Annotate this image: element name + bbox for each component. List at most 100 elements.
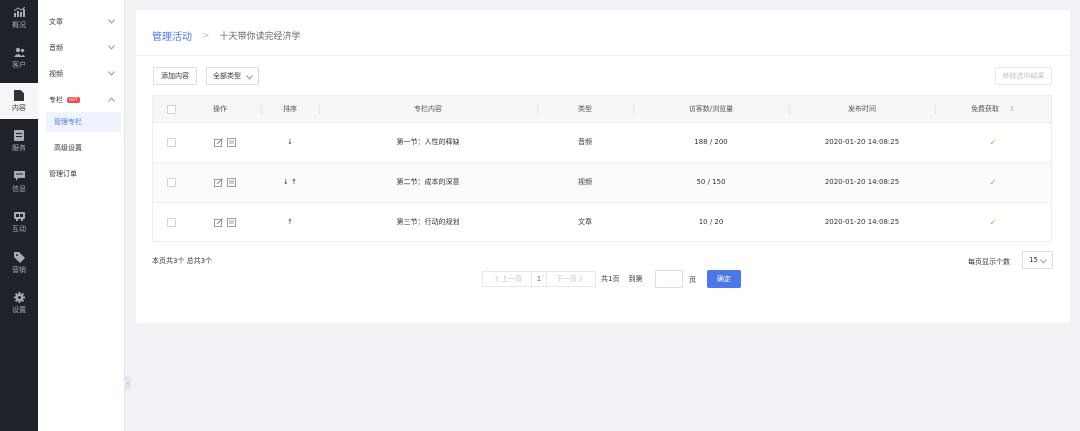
chevron-up-icon	[108, 96, 115, 104]
content-title: 第二节：成本的深意	[396, 178, 460, 186]
notes-icon[interactable]	[227, 177, 236, 187]
page-number[interactable]: 1	[531, 271, 547, 287]
add-content-button[interactable]: 添加内容	[153, 67, 197, 85]
row-checkbox[interactable]	[166, 217, 176, 227]
rail-label: 设置	[12, 305, 26, 314]
message-icon	[13, 171, 25, 182]
header-free-label: 免费获取	[971, 105, 1000, 113]
rail-item-service[interactable]: 服务	[0, 123, 38, 159]
subnav-item-manage-column[interactable]: 管理专栏	[46, 112, 121, 132]
per-page-label: 每页显示个数	[968, 258, 1010, 266]
per-page-select[interactable]: 15	[1022, 251, 1053, 269]
rail-label: 客户	[12, 60, 26, 69]
subnav-label: 专栏	[49, 96, 63, 104]
rail-item-marketing[interactable]: 营销	[0, 245, 38, 281]
notes-icon[interactable]	[227, 137, 236, 147]
prev-page-button[interactable]: 《 上一页	[482, 271, 532, 287]
header-stats: 访客数/浏览量	[688, 105, 734, 113]
rail-item-overview[interactable]: 概况	[0, 0, 38, 36]
type-filter-select[interactable]: 全部类型	[206, 67, 259, 85]
content-subnav: 文章 音频 视频 专栏 HOT 管理专栏 高级设置 管理订单	[38, 0, 125, 431]
content-table: 操作 排序 专栏内容 类型 访客数/浏览量 发布时间 免费获取 ↕ ↓ 第一节：…	[152, 95, 1052, 242]
chevron-down-icon	[108, 18, 115, 26]
subnav-item-video[interactable]: 视频	[38, 64, 125, 84]
page-unit: 页	[689, 276, 696, 284]
subnav-label: 视频	[49, 70, 63, 78]
row-select-cell	[153, 203, 189, 241]
edit-icon[interactable]	[214, 177, 223, 187]
rail-item-customers[interactable]: 客户	[0, 40, 38, 76]
breadcrumb-root[interactable]: 管理活动	[152, 28, 192, 43]
content-title: 第一节：人性的释缺	[396, 138, 460, 146]
edit-icon[interactable]	[214, 137, 223, 147]
main-card: 管理活动 > 十天带你读完经济学 添加内容 全部类型 移除选中结果 操作 排序 …	[136, 10, 1070, 323]
date-cell: 2020-01-20 14:08:25	[824, 178, 900, 186]
rail-item-interact[interactable]: 互动	[0, 204, 38, 240]
stats-cell: 50 / 150	[696, 178, 726, 186]
check-icon: ✓	[989, 177, 997, 187]
breadcrumb: 管理活动 > 十天带你读完经济学	[152, 28, 301, 44]
stats-cell: 10 / 20	[698, 218, 724, 226]
sort-toggle-icon[interactable]: ↕	[1009, 105, 1015, 113]
gear-icon	[13, 291, 25, 303]
remove-selected-button[interactable]: 移除选中结果	[995, 67, 1052, 85]
row-checkbox[interactable]	[166, 137, 176, 147]
header-free: 免费获取 ↕	[935, 96, 1051, 122]
rail-label: 互动	[12, 224, 26, 233]
next-page-button[interactable]: 下一页 》	[546, 271, 596, 287]
ops-cell	[189, 163, 261, 201]
chevron-down-icon	[246, 74, 253, 82]
subnav-item-manage-orders[interactable]: 管理订单	[38, 164, 125, 184]
main-nav-rail: 概况 客户 内容 服务 信息 互动 营销 设置	[0, 0, 38, 431]
stats-cell: 188 / 200	[694, 138, 728, 146]
total-pages: 共1页	[601, 275, 620, 283]
interact-icon	[13, 211, 25, 222]
sort-cell[interactable]: ↓	[261, 123, 319, 161]
rail-label: 营销	[12, 265, 26, 274]
tag-icon	[13, 251, 25, 263]
table-row: ↓ ↑ 第二节：成本的深意 视频 50 / 150 2020-01-20 14:…	[153, 162, 1051, 201]
subnav-item-audio[interactable]: 音频	[38, 38, 125, 58]
subnav-label: 文章	[49, 18, 63, 26]
check-icon: ✓	[989, 217, 997, 227]
sort-cell[interactable]: ↑	[261, 203, 319, 241]
confirm-button[interactable]: 确定	[707, 270, 741, 288]
subnav-item-advanced-settings[interactable]: 高级设置	[38, 138, 125, 158]
sort-cell[interactable]: ↓ ↑	[261, 163, 319, 201]
subnav-label: 音频	[49, 44, 63, 52]
row-select-cell	[153, 163, 189, 201]
check-icon: ✓	[989, 137, 997, 147]
rail-label: 概况	[12, 20, 26, 29]
content-title: 第三节：行动的规划	[396, 218, 460, 226]
subnav-label: 高级设置	[54, 144, 82, 152]
rail-item-settings[interactable]: 设置	[0, 285, 38, 321]
goto-page-input[interactable]	[655, 270, 683, 288]
edit-icon[interactable]	[214, 217, 223, 227]
row-checkbox[interactable]	[166, 177, 176, 187]
rail-label: 信息	[12, 184, 26, 193]
ops-cell	[189, 203, 261, 241]
header-sort: 排序	[283, 105, 297, 113]
header-ops: 操作	[213, 105, 227, 113]
pagination: 《 上一页 1 下一页 》 共1页 到第	[482, 271, 642, 287]
rail-item-content[interactable]: 内容	[0, 83, 38, 119]
subnav-item-articles[interactable]: 文章	[38, 12, 125, 32]
type-cell: 文章	[578, 218, 592, 226]
rail-label: 内容	[12, 103, 26, 112]
collapse-sidebar-toggle[interactable]: ‹	[125, 376, 131, 390]
divider	[136, 55, 1070, 56]
service-icon	[13, 129, 25, 141]
table-row: ↑ 第三节：行动的规划 文章 10 / 20 2020-01-20 14:08:…	[153, 202, 1051, 241]
rail-item-messages[interactable]: 信息	[0, 164, 38, 200]
header-type: 类型	[578, 105, 592, 113]
select-all-cell	[153, 96, 189, 122]
type-cell: 音频	[578, 138, 592, 146]
date-cell: 2020-01-20 14:08:25	[824, 218, 900, 226]
select-value: 15	[1029, 256, 1038, 264]
select-all-checkbox[interactable]	[166, 104, 176, 114]
subnav-label: 管理订单	[49, 170, 77, 178]
chart-icon	[13, 7, 25, 18]
subnav-item-column[interactable]: 专栏 HOT	[38, 90, 125, 110]
date-cell: 2020-01-20 14:08:25	[824, 138, 900, 146]
notes-icon[interactable]	[227, 217, 236, 227]
